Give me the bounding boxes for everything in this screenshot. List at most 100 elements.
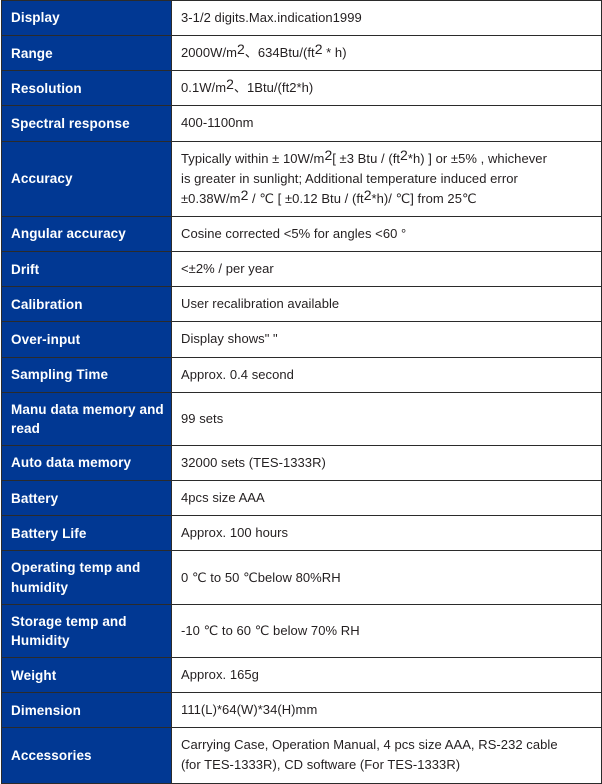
spec-value-fragment: Approx. 100 hours [181, 525, 289, 541]
spec-value-fragment: is greater in sunlight; Additional tempe… [181, 170, 518, 186]
spec-label-text: Drift [11, 261, 40, 277]
spec-label-cell: Accuracy [1, 141, 172, 217]
table-row: Weight Approx. 165g [1, 657, 602, 694]
spec-value-cell: 99 sets [171, 392, 602, 447]
spec-label-text: Battery [11, 490, 59, 506]
spec-value-cell: 2000W/m2、634Btu/(ft2 * h) [171, 35, 602, 72]
spec-value-cell: Approx. 100 hours [171, 515, 602, 552]
spec-value-fragment: [ ±3 Btu / (ft [332, 150, 401, 166]
exponent-superscript: 2 [226, 76, 234, 93]
spec-value-fragment: -10 ℃ to 60 ℃ below 70% RH [181, 622, 360, 638]
table-row: Display 3-1/2 digits.Max.indication1999 [1, 0, 602, 37]
spec-value-fragment: *h)/ ℃] from 25℃ [371, 190, 477, 206]
spec-value-line: Typically within ± 10W/m2[ ±3 Btu / (ft2… [181, 146, 601, 169]
spec-value-cell: 0 ℃ to 50 ℃below 80%RH [171, 550, 602, 605]
spec-label-text: Sampling Time [11, 367, 109, 383]
spec-label-text: Weight [11, 667, 57, 683]
spec-value-cell: <±2% / per year [171, 251, 602, 288]
table-row: Dimension 111(L)*64(W)*34(H)mm [1, 692, 602, 729]
table-row: Calibration User recalibration available [1, 286, 602, 323]
spec-value-fragment: ±0.38W/m [181, 190, 241, 206]
spec-value-cell: 32000 sets (TES-1333R) [171, 445, 602, 482]
spec-value-fragment: 400-1100nm [181, 115, 254, 131]
spec-value-line: 0 ℃ to 50 ℃below 80%RH [181, 568, 601, 588]
spec-value-fragment: Typically within ± 10W/m [181, 150, 325, 166]
spec-value-cell: Cosine corrected <5% for angles <60 ° [171, 216, 602, 253]
spec-value-line: 4pcs size AAA [181, 488, 601, 508]
spec-label-text: Calibration [11, 296, 83, 312]
table-row: Operating temp and humidity 0 ℃ to 50 ℃be… [1, 550, 602, 605]
spec-value-fragment: User recalibration available [181, 296, 340, 312]
spec-value-fragment: Display shows" " [181, 331, 278, 347]
spec-value-line: 32000 sets (TES-1333R) [181, 453, 601, 473]
table-row: Over-input Display shows" " [1, 321, 602, 358]
spec-value-line: User recalibration available [181, 294, 601, 314]
spec-value-line: 99 sets [181, 409, 601, 429]
spec-label-text: Operating temp and humidity [11, 560, 141, 595]
table-row: Range 2000W/m2、634Btu/(ft2 * h) [1, 35, 602, 72]
table-row: Battery 4pcs size AAA [1, 480, 602, 517]
spec-label-text: Spectral response [11, 115, 130, 131]
spec-label-text: Angular accuracy [11, 226, 126, 242]
spec-value-line: <±2% / per year [181, 259, 601, 279]
spec-label-cell: Display [1, 0, 172, 37]
spec-value-cell: 4pcs size AAA [171, 480, 602, 517]
spec-label-text: Resolution [11, 80, 82, 96]
spec-label-cell: Storage temp and Humidity [1, 604, 172, 659]
spec-label-cell: Sampling Time [1, 357, 172, 393]
spec-value-cell: 400-1100nm [171, 105, 602, 142]
spec-value-cell: Typically within ± 10W/m2[ ±3 Btu / (ft2… [171, 141, 602, 217]
spec-value-cell: 0.1W/m2、1Btu/(ft2*h) [171, 70, 602, 107]
spec-value-fragment: 、1Btu/(ft2*h) [233, 80, 314, 96]
spec-value-line: Approx. 165g [181, 665, 601, 685]
spec-value-fragment: 2000W/m [181, 45, 237, 61]
spec-value-cell: User recalibration available [171, 286, 602, 323]
spec-label-cell: Operating temp and humidity [1, 550, 172, 605]
spec-label-cell: Manu data memory and read [1, 392, 172, 447]
table-row: Resolution 0.1W/m2、1Btu/(ft2*h) [1, 70, 602, 107]
spec-value-fragment: (for TES-1333R), CD software (For TES-13… [181, 757, 461, 773]
spec-label-cell: Weight [1, 657, 172, 694]
spec-label-text: Auto data memory [11, 455, 132, 471]
spec-value-fragment: Cosine corrected <5% for angles <60 ° [181, 225, 407, 241]
table-row: Sampling Time Approx. 0.4 second [1, 357, 602, 393]
spec-label-cell: Resolution [1, 70, 172, 107]
spec-value-fragment: * h) [322, 45, 347, 61]
table-row: Spectral response 400-1100nm [1, 105, 602, 142]
spec-value-line: Approx. 100 hours [181, 523, 601, 543]
spec-value-fragment: 111(L)*64(W)*34(H)mm [181, 702, 318, 718]
spec-value-line: Approx. 0.4 second [181, 365, 601, 385]
spec-label-cell: Auto data memory [1, 445, 172, 482]
spec-value-line: 111(L)*64(W)*34(H)mm [181, 700, 601, 720]
table-row: Accessories Carrying Case, Operation Manu… [1, 727, 602, 784]
spec-value-line: (for TES-1333R), CD software (For TES-13… [181, 755, 601, 775]
spec-value-cell: Display shows" " [171, 321, 602, 358]
spec-value-fragment: 32000 sets (TES-1333R) [181, 455, 326, 470]
table-row: Storage temp and Humidity -10 ℃ to 60 ℃ b… [1, 604, 602, 659]
spec-label-cell: Dimension [1, 692, 172, 729]
spec-label-text: Storage temp and Humidity [11, 613, 127, 648]
spec-value-line: 2000W/m2、634Btu/(ft2 * h) [181, 42, 601, 63]
spec-value-line: -10 ℃ to 60 ℃ below 70% RH [181, 621, 601, 641]
spec-label-text: Dimension [11, 702, 81, 718]
table-row: Manu data memory and read 99 sets [1, 392, 602, 447]
spec-value-fragment: / ℃ [ ±0.12 Btu / (ft [248, 190, 364, 206]
spec-label-text: Display [11, 10, 60, 26]
spec-value-fragment: Approx. 0.4 second [181, 366, 294, 382]
spec-value-line: Display shows" " [181, 329, 601, 349]
spec-value-fragment: 4pcs size AAA [181, 490, 265, 506]
spec-value-line: 0.1W/m2、1Btu/(ft2*h) [181, 76, 601, 98]
spec-value-cell: 3-1/2 digits.Max.indication1999 [171, 0, 602, 37]
spec-label-cell: Battery [1, 480, 172, 517]
spec-value-cell: Carrying Case, Operation Manual, 4 pcs s… [171, 727, 602, 784]
spec-value-fragment: <±2% / per year [181, 261, 274, 277]
spec-value-line: 3-1/2 digits.Max.indication1999 [181, 8, 601, 28]
spec-label-cell: Drift [1, 251, 172, 288]
spec-value-fragment: *h) ] or ±5% , whichever [407, 150, 547, 166]
exponent-superscript: 2 [400, 146, 408, 163]
specification-table: Display 3-1/2 digits.Max.indication1999 Ra… [1, 0, 602, 784]
spec-value-fragment: 0.1W/m [181, 80, 227, 96]
spec-label-cell: Angular accuracy [1, 216, 172, 253]
spec-label-cell: Accessories [1, 727, 172, 784]
spec-label-cell: Battery Life [1, 515, 172, 552]
